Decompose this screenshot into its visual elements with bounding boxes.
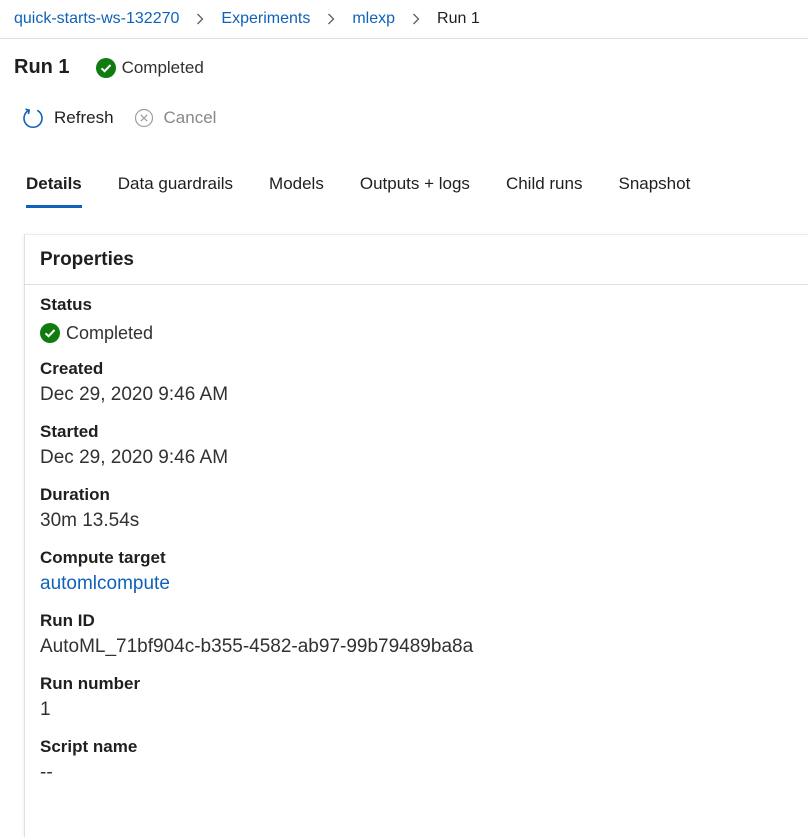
property-label: Compute target: [40, 548, 166, 567]
property-value: Completed: [40, 320, 808, 346]
property-label: Created: [40, 359, 104, 378]
breadcrumb-current: Run 1: [437, 10, 480, 27]
chevron-right-icon: [310, 13, 352, 25]
property-duration: Duration 30m 13.54s: [25, 484, 808, 534]
property-run-id: Run ID AutoML_71bf904c-b355-4582-ab97-99…: [25, 610, 808, 660]
tab-child-runs[interactable]: Child runs: [506, 174, 583, 208]
refresh-icon: [23, 108, 43, 129]
status-text: Completed: [66, 323, 154, 343]
chevron-right-icon: [179, 13, 221, 25]
properties-title: Properties: [25, 235, 808, 285]
tab-snapshot[interactable]: Snapshot: [618, 174, 690, 208]
property-status: Status Completed: [25, 294, 808, 346]
property-value: Dec 29, 2020 9:46 AM: [40, 447, 229, 468]
property-value: --: [40, 762, 53, 783]
breadcrumb-experiment-link[interactable]: mlexp: [352, 10, 395, 28]
property-label: Run ID: [40, 611, 95, 630]
refresh-label: Refresh: [54, 108, 114, 127]
property-label: Run number: [40, 674, 141, 693]
check-circle-icon: [95, 57, 116, 78]
status-text: Completed: [121, 57, 204, 77]
property-started: Started Dec 29, 2020 9:46 AM: [25, 421, 808, 471]
breadcrumb-experiments-link[interactable]: Experiments: [221, 10, 310, 28]
property-label: Duration: [40, 485, 110, 504]
page-title: Run 1: [14, 56, 70, 78]
tab-details[interactable]: Details: [26, 174, 82, 208]
property-value: 1: [40, 699, 51, 720]
run-header: Run 1 Completed: [14, 56, 204, 79]
tab-outputs-logs[interactable]: Outputs + logs: [360, 174, 470, 208]
properties-card: Properties Status Completed Created Dec …: [24, 234, 808, 837]
tab-bar: Details Data guardrails Models Outputs +…: [26, 174, 726, 208]
tab-data-guardrails[interactable]: Data guardrails: [118, 174, 233, 208]
property-label: Started: [40, 422, 99, 441]
compute-target-link[interactable]: automlcompute: [40, 571, 808, 597]
cancel-circle-icon: [134, 108, 153, 128]
property-run-number: Run number 1: [25, 673, 808, 723]
chevron-right-icon: [395, 13, 437, 25]
property-label: Status: [40, 295, 92, 314]
check-circle-icon: [40, 323, 60, 343]
property-label: Script name: [40, 737, 138, 756]
status-badge: Completed: [95, 57, 204, 78]
refresh-button[interactable]: Refresh: [22, 107, 114, 129]
toolbar: Refresh Cancel: [22, 107, 216, 129]
property-value: 30m 13.54s: [40, 510, 140, 531]
property-value: Dec 29, 2020 9:46 AM: [40, 384, 229, 405]
tab-models[interactable]: Models: [269, 174, 324, 208]
cancel-button[interactable]: Cancel: [134, 108, 217, 128]
property-script-name: Script name --: [25, 736, 808, 786]
breadcrumb-workspace-link[interactable]: quick-starts-ws-132270: [14, 10, 179, 28]
property-compute-target: Compute target automlcompute: [25, 547, 808, 597]
breadcrumb: quick-starts-ws-132270 Experiments mlexp…: [0, 0, 808, 39]
property-value: AutoML_71bf904c-b355-4582-ab97-99b79489b…: [40, 636, 474, 657]
cancel-label: Cancel: [163, 108, 217, 127]
property-created: Created Dec 29, 2020 9:46 AM: [25, 358, 808, 408]
